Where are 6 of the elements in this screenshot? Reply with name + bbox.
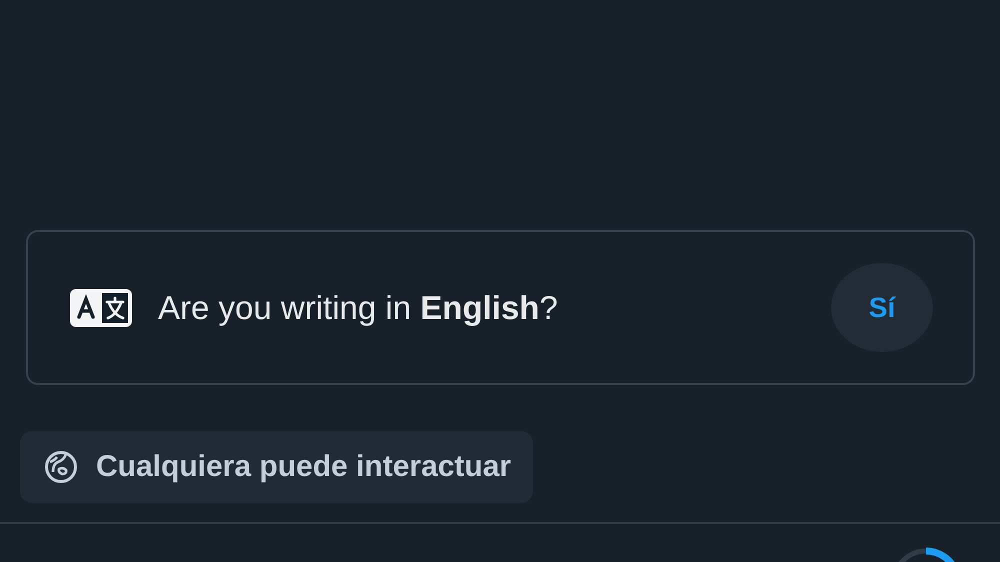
globe-icon <box>44 450 78 484</box>
reply-setting-label: Cualquiera puede interactuar <box>96 450 512 484</box>
language-question: Are you writing in English? <box>158 288 559 326</box>
translate-icon <box>70 288 132 326</box>
yes-button[interactable]: Sí <box>831 263 933 352</box>
reply-setting-button[interactable]: Cualquiera puede interactuar <box>20 431 534 503</box>
